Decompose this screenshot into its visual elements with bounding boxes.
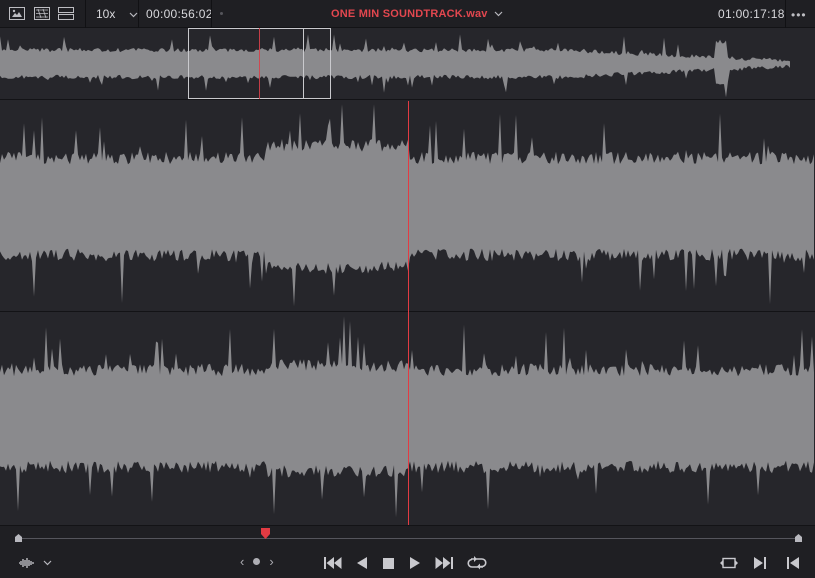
overview-playhead [259,28,260,99]
chevron-down-icon [494,8,503,20]
chevron-down-icon[interactable] [41,555,53,571]
jump-start-icon[interactable] [323,555,343,571]
end-timecode[interactable]: 01:00:17:18 [718,0,785,28]
track-view-icon[interactable] [57,6,75,21]
image-view-icon[interactable] [8,6,26,21]
zoom-value: 10x [96,7,116,21]
scrub-playhead-handle-icon[interactable] [261,528,270,539]
next-frame-icon[interactable] [752,555,768,571]
overview-waveform [0,34,790,98]
scrubber-track[interactable] [18,538,798,539]
stop-icon[interactable] [380,555,396,571]
scrub-end-marker-icon[interactable] [795,534,802,542]
scrubber-bar[interactable] [0,525,815,547]
next-clip-button[interactable]: › [269,554,273,569]
zoom-select[interactable]: 10x [96,0,138,28]
clip-indicator-dot[interactable] [253,558,261,565]
scrub-start-marker-icon[interactable] [15,534,22,542]
playhead[interactable] [408,101,409,525]
previous-clip-button[interactable]: ‹ [240,554,244,569]
clip-navigation: ‹ › [240,554,274,569]
file-title-menu[interactable]: ONE MIN SOUNDTRACK.wav [331,0,503,28]
transport-bar: ‹ › [0,547,815,578]
play-reverse-icon[interactable] [354,555,370,571]
jump-end-icon[interactable] [434,555,454,571]
chevron-down-icon [129,7,138,21]
clip-view-icon[interactable] [33,6,51,21]
top-toolbar: 10x 00:00:56:02 ONE MIN SOUNDTRACK.wav 0… [0,0,815,28]
audio-waveform-icon[interactable] [17,555,37,571]
loop-icon[interactable] [466,555,488,571]
previous-frame-icon[interactable] [785,555,801,571]
match-frame-icon[interactable] [718,555,740,571]
play-icon[interactable] [407,555,423,571]
waveform-overview[interactable] [0,28,815,100]
file-title: ONE MIN SOUNDTRACK.wav [331,8,488,20]
current-timecode[interactable]: 00:00:56:02 [146,0,213,28]
separator-dot [220,12,223,15]
more-icon[interactable]: ••• [791,8,807,22]
